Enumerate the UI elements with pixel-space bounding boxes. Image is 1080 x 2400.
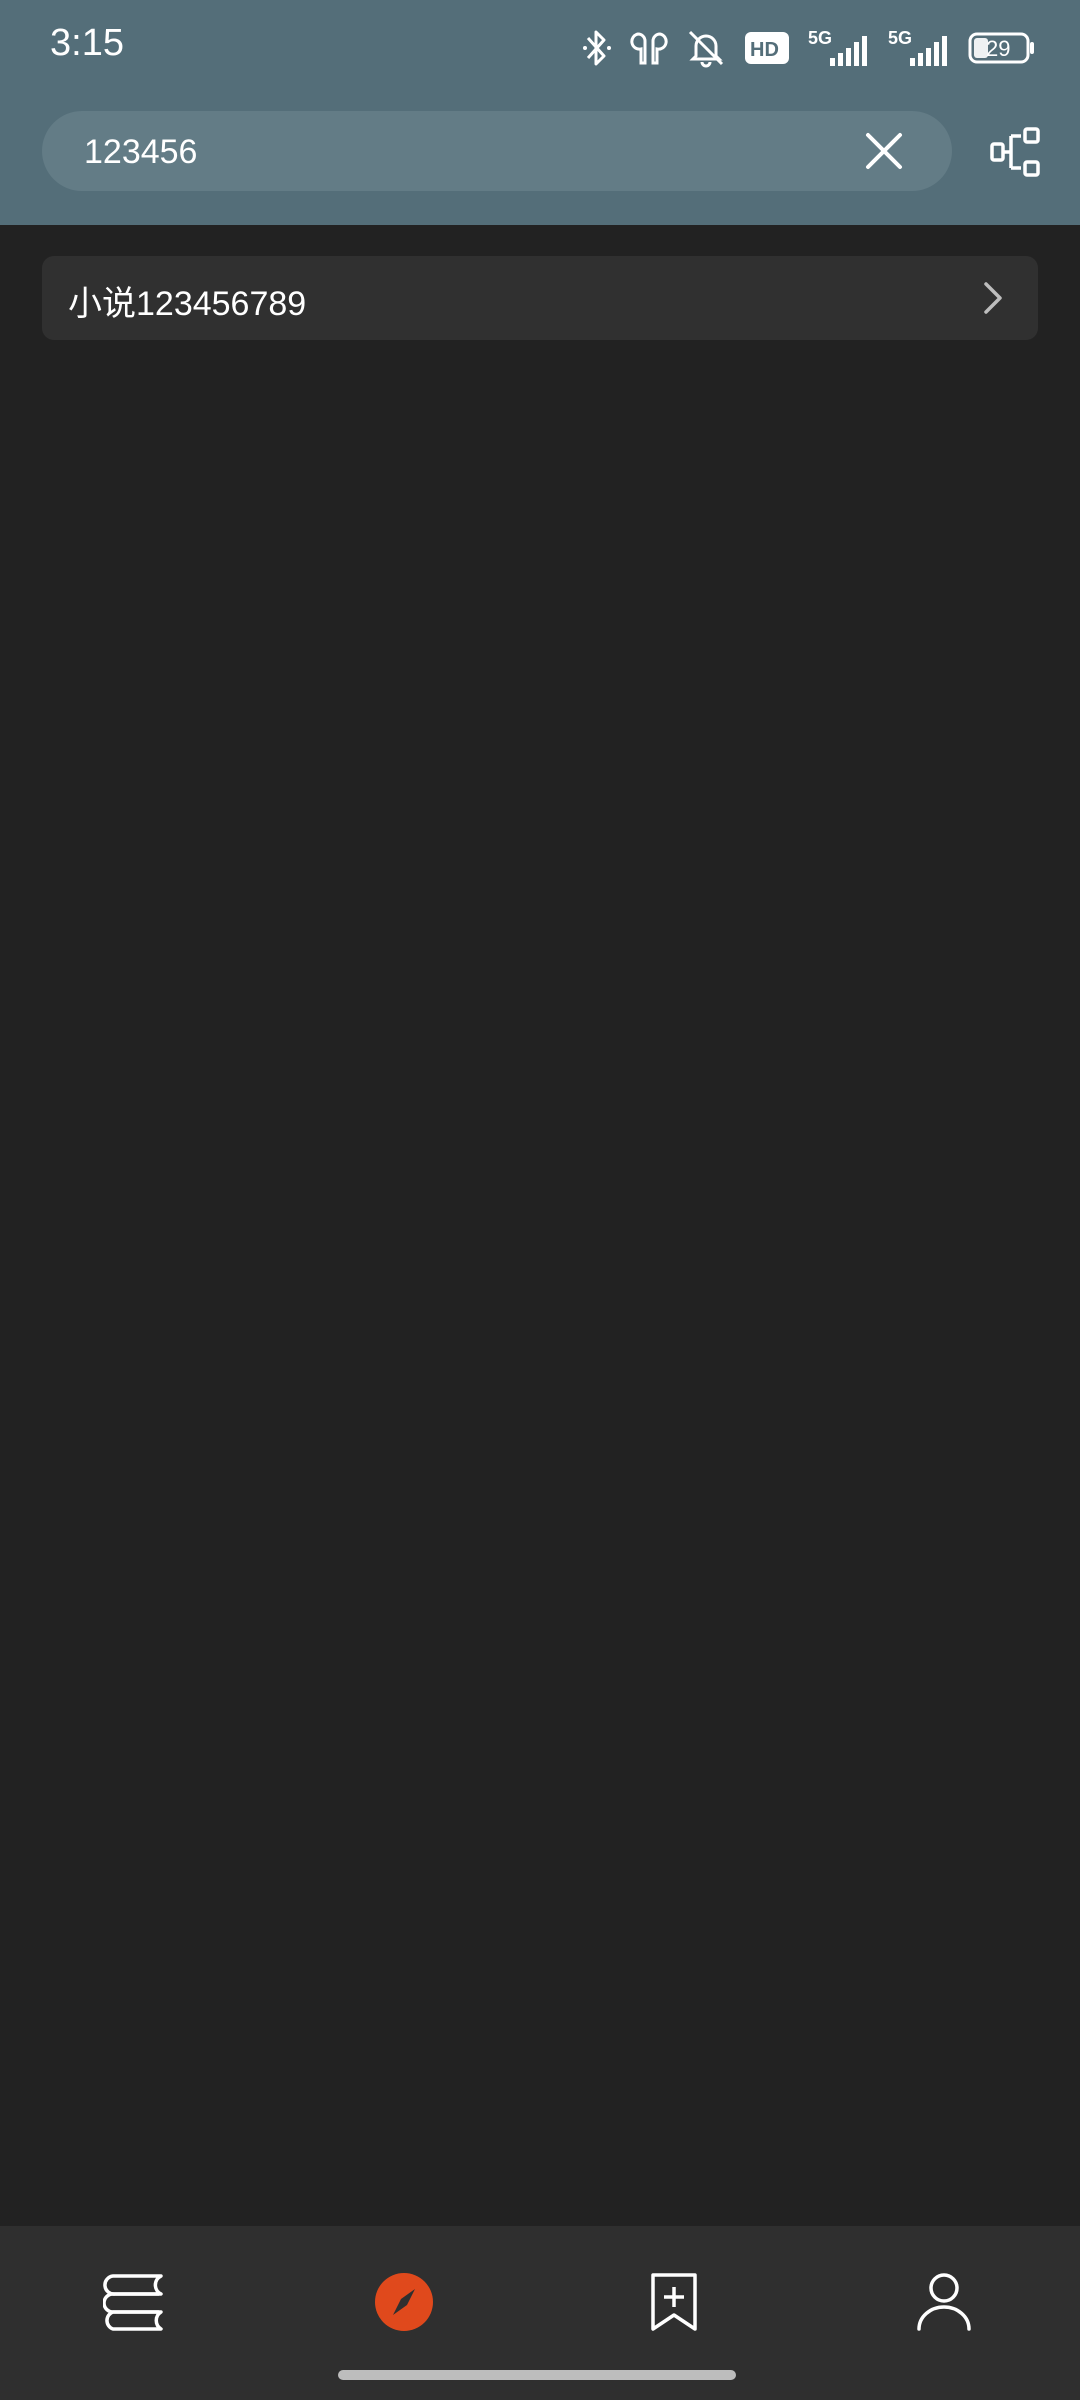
signal-2: 5G xyxy=(888,28,950,68)
top-app-bar: 3:15 HD 5G 5G 29 123456 xyxy=(0,0,1080,225)
battery-icon: 29 xyxy=(968,32,1034,64)
search-input[interactable] xyxy=(82,111,846,193)
source-flow-icon xyxy=(990,127,1040,177)
app-screen: 3:15 HD 5G 5G 29 123456 小说123456789 xyxy=(0,0,1080,2400)
earbuds-icon xyxy=(630,32,668,65)
source-flow-button[interactable] xyxy=(980,116,1052,188)
nav-item-bookshelf[interactable] xyxy=(95,2262,175,2342)
result-label: 小说123456789 xyxy=(68,285,307,323)
home-indicator[interactable] xyxy=(338,2370,736,2380)
bluetooth-icon xyxy=(583,30,611,66)
status-time: 3:15 xyxy=(50,22,124,64)
signal-1: 5G xyxy=(808,28,870,68)
status-icons: HD 5G 5G 29 xyxy=(582,26,1036,70)
close-icon xyxy=(866,133,902,169)
battery-level: 29 xyxy=(986,36,1010,61)
status-bar: 3:15 HD 5G 5G 29 xyxy=(0,0,1080,96)
signal-icon xyxy=(910,36,947,66)
signal-icon xyxy=(830,36,867,66)
bookshelf-icon xyxy=(103,2274,163,2331)
bell-muted-icon xyxy=(688,30,724,68)
search-bar[interactable] xyxy=(42,111,952,193)
bookmark-add-icon xyxy=(651,2273,697,2331)
nav-item-discover[interactable] xyxy=(364,2262,444,2342)
hd-label: HD xyxy=(750,39,779,61)
clear-search-button[interactable] xyxy=(852,119,916,183)
compass-icon xyxy=(375,2273,433,2331)
chevron-right-icon xyxy=(984,282,1002,314)
result-item[interactable]: 小说123456789 xyxy=(42,256,1038,340)
nav-item-bookmarks[interactable] xyxy=(634,2262,714,2342)
hd-icon: HD xyxy=(745,32,789,64)
profile-icon xyxy=(917,2273,971,2331)
nav-item-profile[interactable] xyxy=(904,2262,984,2342)
